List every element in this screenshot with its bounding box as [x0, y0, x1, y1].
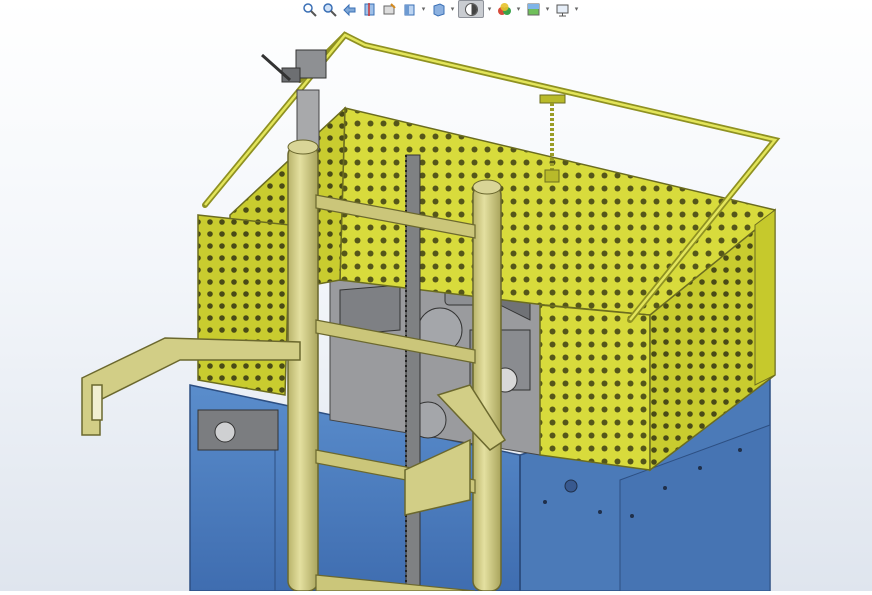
view-settings-button[interactable]	[553, 1, 571, 17]
view-orientation-button[interactable]	[400, 1, 418, 17]
cad-model[interactable]	[0, 0, 872, 592]
section-view-button[interactable]	[360, 1, 378, 17]
edit-appearance-icon	[497, 2, 511, 15]
apply-scene-button[interactable]	[524, 1, 542, 17]
chevron-down-icon[interactable]: ▾	[544, 5, 551, 13]
chevron-down-icon[interactable]: ▾	[420, 5, 427, 13]
zoom-to-fit-icon	[302, 2, 317, 17]
graphics-area[interactable]: ▾ ▾ ▾ ▾ ▾ ▾	[0, 0, 872, 592]
display-style-icon	[433, 2, 444, 17]
edit-appearance-button[interactable]	[495, 1, 513, 17]
section-view-icon	[364, 2, 374, 16]
dynamic-annotation-view-button[interactable]	[380, 1, 398, 17]
zoom-to-fit-button[interactable]	[300, 1, 318, 17]
view-orientation-icon	[404, 4, 414, 15]
top-clamp	[261, 49, 327, 83]
apply-scene-icon	[527, 3, 539, 15]
previous-view-icon	[342, 3, 355, 16]
chevron-down-icon[interactable]: ▾	[486, 5, 493, 13]
hide-show-items-button[interactable]	[458, 0, 484, 18]
zoom-to-area-button[interactable]	[320, 1, 338, 17]
hide-show-items-icon	[464, 2, 478, 16]
dynamic-annotation-view-icon	[383, 2, 396, 14]
chevron-down-icon[interactable]: ▾	[449, 5, 456, 13]
chevron-down-icon[interactable]: ▾	[515, 5, 522, 13]
heads-up-view-toolbar: ▾ ▾ ▾ ▾ ▾ ▾	[300, 0, 670, 18]
display-style-button[interactable]	[429, 1, 447, 17]
previous-view-button[interactable]	[340, 1, 358, 17]
zoom-to-area-icon	[322, 2, 337, 17]
chevron-down-icon[interactable]: ▾	[573, 5, 580, 13]
view-settings-icon	[556, 4, 568, 16]
